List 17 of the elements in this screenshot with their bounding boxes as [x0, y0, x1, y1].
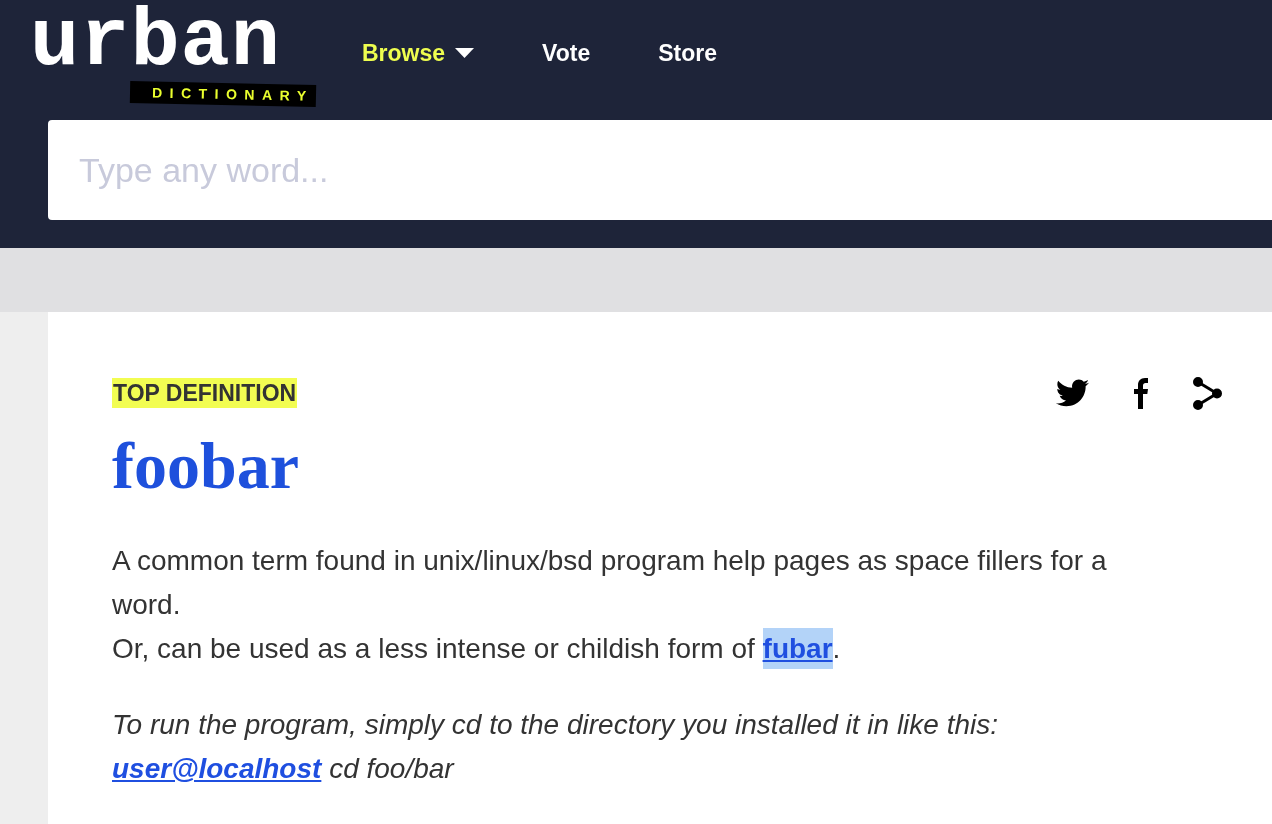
logo-wordmark[interactable]: urban: [30, 3, 282, 83]
definition-text: Or, can be used as a less intense or childish form of fubar.: [112, 627, 1162, 671]
example-text: user@localhost cd foo/bar: [112, 752, 456, 786]
nav-link[interactable]: Store: [658, 38, 718, 68]
top-definition-badge: TOP DEFINITION: [112, 378, 298, 408]
logo-tagline: DICTIONARY: [129, 81, 316, 107]
caret-icon: [455, 48, 475, 58]
word-title[interactable]: foobar: [112, 426, 299, 506]
f-logo-icon[interactable]: [1134, 377, 1148, 409]
example-text: To run the program, simply cd to the directory you installed it in like this:: [112, 708, 1000, 742]
example-link[interactable]: user@localhost: [112, 753, 322, 784]
nav-link[interactable]: Vote: [542, 38, 591, 68]
bird-icon[interactable]: [1056, 379, 1089, 407]
browse-menu-button[interactable]: Browse: [362, 38, 475, 68]
definition-link[interactable]: fubar: [762, 628, 833, 669]
share-icon[interactable]: [1193, 376, 1222, 410]
definition-text: A common term found in unix/linux/bsd program help pages as space fillers for a word.: [112, 544, 1108, 622]
